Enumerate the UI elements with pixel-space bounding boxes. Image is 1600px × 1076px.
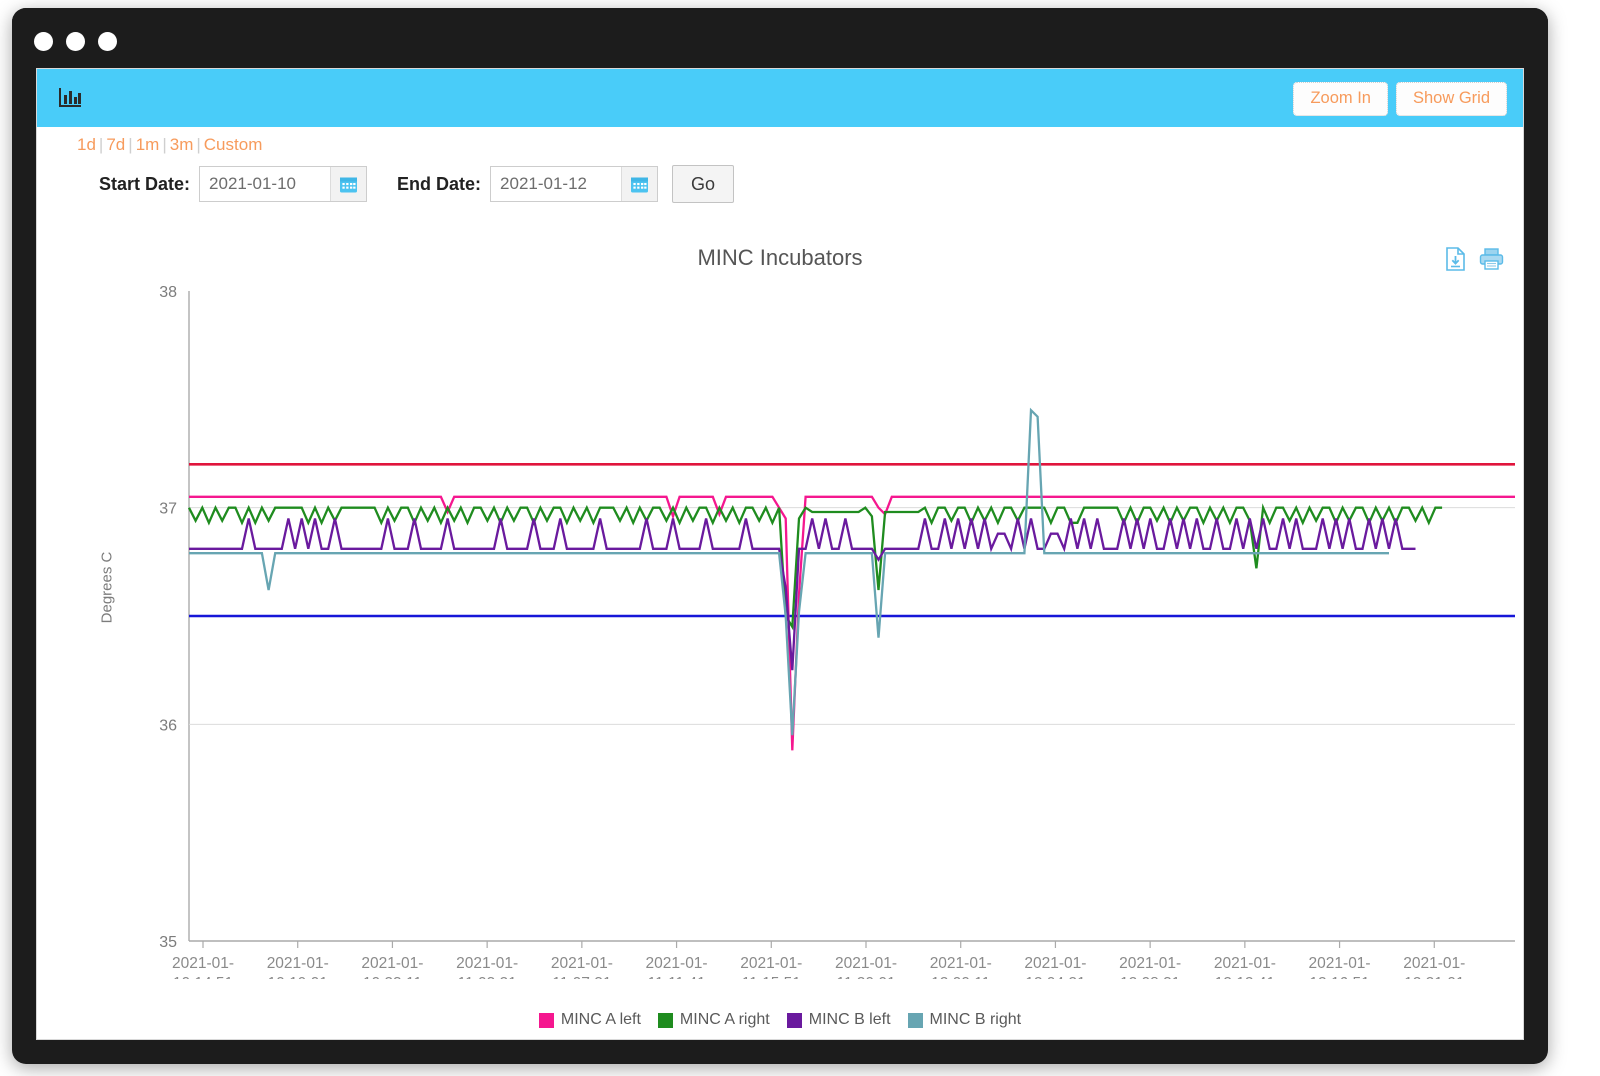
range-option-3m[interactable]: 3m bbox=[170, 135, 194, 154]
legend-item-minc-b-left[interactable]: MINC B left bbox=[787, 1011, 891, 1029]
x-tick-label-date: 2021-01- bbox=[1214, 955, 1276, 972]
legend-item-minc-b-right[interactable]: MINC B right bbox=[908, 1011, 1022, 1029]
x-tick-label-time: 10 23:11 bbox=[363, 975, 422, 979]
y-tick-label: 36 bbox=[159, 717, 177, 734]
x-tick-label-time: 11 15:51 bbox=[742, 975, 801, 979]
app-viewport: Zoom In Show Grid 1d|7d|1m|3m|Custom Sta… bbox=[36, 68, 1524, 1040]
x-tick-label-date: 2021-01- bbox=[646, 955, 708, 972]
range-links: 1d|7d|1m|3m|Custom bbox=[77, 135, 262, 155]
date-range-controls: Start Date: bbox=[37, 165, 1523, 215]
legend-swatch bbox=[658, 1013, 673, 1028]
series-line-minc-b-right bbox=[189, 410, 1389, 735]
range-option-7d[interactable]: 7d bbox=[106, 135, 125, 154]
x-tick-label-date: 2021-01- bbox=[361, 955, 423, 972]
header-actions: Zoom In Show Grid bbox=[1293, 82, 1507, 116]
x-tick-label-date: 2021-01- bbox=[267, 955, 329, 972]
x-tick-label-date: 2021-01- bbox=[551, 955, 613, 972]
start-date-calendar-icon[interactable] bbox=[330, 167, 366, 201]
x-tick-label-time: 12 21:01 bbox=[1404, 975, 1464, 979]
line-chart-svg[interactable]: 35 36 37 38 2021-01- 10 14:51 2021-01- 10 19:01… bbox=[37, 279, 1523, 979]
chart-title: MINC Incubators bbox=[37, 245, 1523, 271]
range-option-custom[interactable]: Custom bbox=[204, 135, 263, 154]
x-tick-label-time: 11 03:21 bbox=[458, 975, 517, 979]
chart-toolbar bbox=[1445, 247, 1501, 271]
end-date-input[interactable] bbox=[491, 167, 621, 201]
go-button[interactable]: Go bbox=[672, 165, 734, 203]
x-tick-label-time: 11 07:31 bbox=[552, 975, 611, 979]
range-separator: | bbox=[96, 135, 106, 154]
x-tick-label-time: 11 20:01 bbox=[836, 975, 895, 979]
x-tick-label-time: 12 12:41 bbox=[1215, 975, 1275, 979]
y-tick-label: 38 bbox=[159, 284, 177, 301]
export-icon[interactable] bbox=[1445, 247, 1467, 271]
legend-label: MINC B left bbox=[809, 1011, 891, 1029]
range-separator: | bbox=[193, 135, 203, 154]
x-tick-label-date: 2021-01- bbox=[1024, 955, 1086, 972]
bar-chart-icon bbox=[58, 86, 84, 110]
maximize-window-button[interactable] bbox=[98, 32, 117, 51]
close-window-button[interactable] bbox=[34, 32, 53, 51]
x-tick-label-date: 2021-01- bbox=[172, 955, 234, 972]
chart-panel: MINC Incubators bbox=[37, 219, 1523, 1039]
legend-item-minc-a-right[interactable]: MINC A right bbox=[658, 1011, 770, 1029]
range-option-1d[interactable]: 1d bbox=[77, 135, 96, 154]
x-tick-label-time: 11 11:41 bbox=[648, 975, 706, 979]
x-tick-label-time: 12 08:31 bbox=[1120, 975, 1180, 979]
x-tick-label-time: 12 16:51 bbox=[1309, 975, 1369, 979]
legend-label: MINC B right bbox=[930, 1011, 1022, 1029]
x-tick-label-date: 2021-01- bbox=[456, 955, 518, 972]
print-icon[interactable] bbox=[1479, 247, 1501, 271]
legend-label: MINC A left bbox=[561, 1011, 641, 1029]
end-date-label: End Date: bbox=[397, 174, 481, 195]
window-titlebar bbox=[12, 8, 1548, 68]
series-line-minc-a-left bbox=[189, 497, 1515, 751]
x-tick-label-time: 10 14:51 bbox=[173, 975, 233, 979]
legend-item-minc-a-left[interactable]: MINC A left bbox=[539, 1011, 641, 1029]
x-tick-label-date: 2021-01- bbox=[740, 955, 802, 972]
x-tick-label-date: 2021-01- bbox=[1119, 955, 1181, 972]
y-tick-label: 35 bbox=[159, 934, 177, 951]
end-date-calendar-icon[interactable] bbox=[621, 167, 657, 201]
series-line-minc-a-right bbox=[189, 508, 1442, 627]
start-date-input[interactable] bbox=[200, 167, 330, 201]
y-tick-label: 37 bbox=[159, 501, 177, 518]
chart-legend: MINC A left MINC A right MINC B left MINC B… bbox=[37, 1011, 1523, 1029]
x-tick-label-date: 2021-01- bbox=[1403, 955, 1465, 972]
minimize-window-button[interactable] bbox=[66, 32, 85, 51]
x-tick-label-date: 2021-01- bbox=[1309, 955, 1371, 972]
start-date-label: Start Date: bbox=[99, 174, 190, 195]
app-header-bar: Zoom In Show Grid bbox=[37, 69, 1523, 127]
range-selector: 1d|7d|1m|3m|Custom bbox=[37, 127, 1523, 161]
range-separator: | bbox=[125, 135, 135, 154]
x-tick-label-date: 2021-01- bbox=[930, 955, 992, 972]
x-tick-label-time: 10 19:01 bbox=[268, 975, 328, 979]
start-date-field[interactable] bbox=[199, 166, 367, 202]
browser-window: Zoom In Show Grid 1d|7d|1m|3m|Custom Sta… bbox=[12, 8, 1548, 1064]
legend-swatch bbox=[539, 1013, 554, 1028]
legend-label: MINC A right bbox=[680, 1011, 770, 1029]
x-tick-label-time: 12 04:21 bbox=[1025, 975, 1085, 979]
x-tick-label-date: 2021-01- bbox=[835, 955, 897, 972]
range-option-1m[interactable]: 1m bbox=[136, 135, 160, 154]
legend-swatch bbox=[908, 1013, 923, 1028]
range-separator: | bbox=[159, 135, 169, 154]
end-date-field[interactable] bbox=[490, 166, 658, 202]
show-grid-button[interactable]: Show Grid bbox=[1396, 82, 1507, 116]
zoom-in-button[interactable]: Zoom In bbox=[1293, 82, 1388, 116]
x-tick-label-time: 12 00:11 bbox=[931, 975, 990, 979]
legend-swatch bbox=[787, 1013, 802, 1028]
plot-area: Degrees C 353637382021-01-10 14:512021-0… bbox=[37, 279, 1523, 979]
